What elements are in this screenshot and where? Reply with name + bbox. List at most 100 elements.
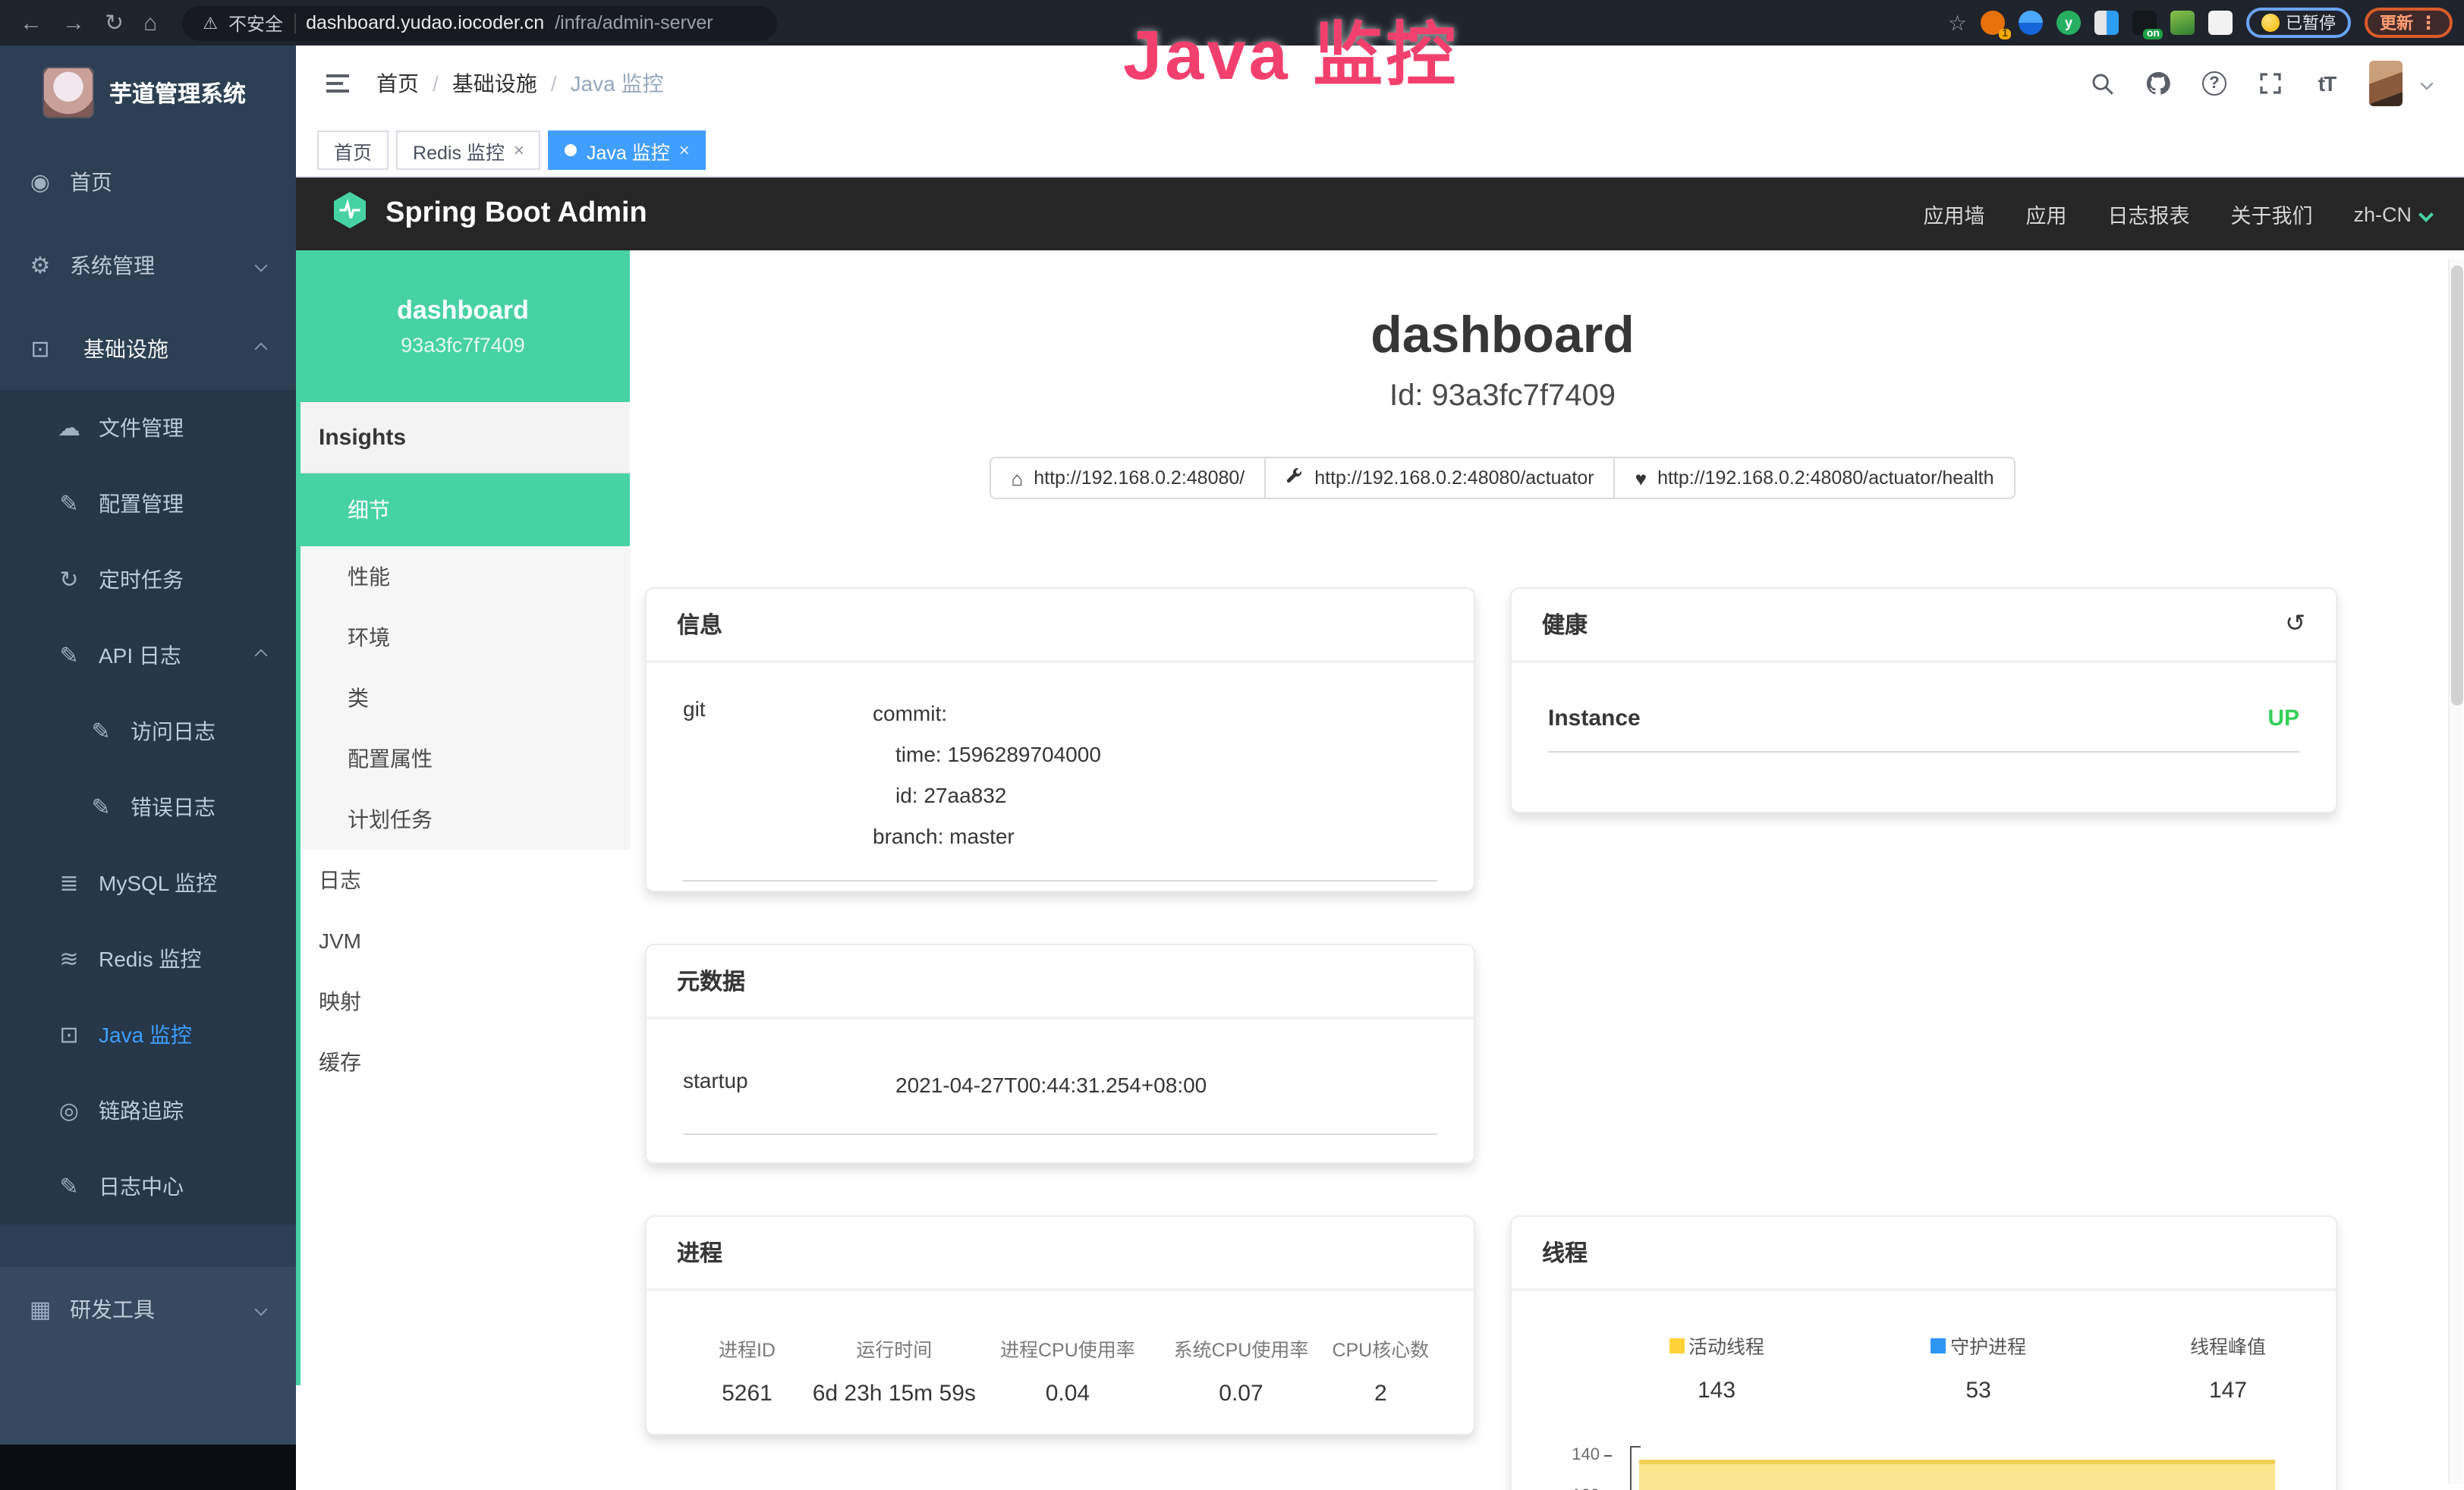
browser-home-icon[interactable]: ⌂ (143, 11, 157, 34)
tab-home[interactable]: 首页 (317, 130, 389, 170)
process-col-header: CPU核心数 (1324, 1334, 1437, 1363)
breadcrumb-section[interactable]: 基础设施 (452, 68, 537, 99)
browser-forward-icon[interactable]: → (62, 11, 85, 34)
eye-icon: ◎ (56, 1097, 82, 1124)
font-size-icon[interactable]: tT (2313, 70, 2340, 97)
actuator-url-button[interactable]: http://192.168.0.2:48080/actuator (1264, 457, 1615, 499)
edit-icon: ✎ (56, 642, 82, 669)
collapse-sidebar-icon[interactable] (326, 74, 349, 93)
tab-redis-monitor[interactable]: Redis 监控 × (396, 130, 541, 170)
scrollbar-thumb[interactable] (2451, 266, 2463, 706)
sba-menu-classes[interactable]: 类 (296, 668, 630, 728)
tab-java-monitor[interactable]: Java 监控 × (549, 130, 706, 170)
sba-nav-journal[interactable]: 日志报表 (2107, 199, 2189, 229)
user-menu-caret-icon[interactable] (2421, 77, 2434, 90)
sidebar-item-redis-monitor[interactable]: ≋ Redis 监控 (0, 921, 296, 997)
sba-brand-title[interactable]: Spring Boot Admin (385, 197, 647, 231)
close-icon[interactable]: × (679, 140, 690, 161)
sba-menu-jvm[interactable]: JVM (296, 910, 630, 971)
sidebar-item-home[interactable]: ◉ 首页 (0, 140, 296, 223)
sba-menu-config-props[interactable]: 配置属性 (296, 728, 630, 789)
sba-menu-environment[interactable]: 环境 (296, 607, 630, 668)
sba-menu-caches[interactable]: 缓存 (296, 1032, 630, 1092)
extension-plant-icon[interactable] (2170, 11, 2195, 35)
service-url: http://192.168.0.2:48080/ (1034, 467, 1245, 489)
sidebar-item-label: 定时任务 (99, 564, 184, 595)
sidebar-item-access-log[interactable]: ✎ 访问日志 (0, 693, 296, 769)
sidebar-item-mysql-monitor[interactable]: ≣ MySQL 监控 (0, 845, 296, 921)
cloud-upload-icon: ☁ (56, 414, 82, 442)
address-bar[interactable]: ⚠ 不安全 dashboard.yudao.iocoder.cn/infra/a… (181, 5, 776, 40)
browser-back-icon[interactable]: ← (20, 11, 42, 34)
search-icon[interactable] (2088, 70, 2116, 97)
sba-menu-details[interactable]: 细节 (296, 473, 630, 546)
address-divider (294, 13, 295, 33)
sidebar-item-trace[interactable]: ◎ 链路追踪 (0, 1073, 296, 1149)
health-instance-row[interactable]: Instance UP (1548, 706, 2299, 753)
extension-puzzle-icon[interactable] (2208, 11, 2233, 35)
fullscreen-icon[interactable] (2257, 70, 2284, 97)
update-button[interactable]: 更新 ⋮ (2365, 8, 2453, 38)
breadcrumb-current: Java 监控 (571, 68, 664, 99)
sba-nav-applications[interactable]: 应用 (2025, 199, 2066, 229)
sba-language-select[interactable]: zh-CN (2353, 203, 2431, 225)
browser-menu-icon[interactable]: ⋮ (2419, 12, 2437, 33)
sba-menu-mappings[interactable]: 映射 (296, 971, 630, 1032)
extension-y-icon[interactable]: y (2056, 11, 2081, 35)
sidebar-item-config-manage[interactable]: ✎ 配置管理 (0, 466, 296, 542)
close-icon[interactable]: × (514, 140, 524, 161)
service-url-button[interactable]: ⌂ http://192.168.0.2:48080/ (990, 457, 1267, 499)
sidebar-item-label: 首页 (70, 166, 112, 196)
history-icon[interactable]: ↺ (2285, 612, 2305, 637)
sidebar-item-system[interactable]: ⚙ 系统管理 (0, 223, 296, 306)
breadcrumb-home[interactable]: 首页 (376, 68, 419, 99)
threads-card: 线程 活动线程 (1510, 1215, 2337, 1490)
sba-nav-wall[interactable]: 应用墙 (1923, 199, 1984, 229)
sba-menu-scheduled-tasks[interactable]: 计划任务 (296, 789, 630, 850)
sidebar-item-error-log[interactable]: ✎ 错误日志 (0, 769, 296, 845)
sba-instance-name: dashboard (397, 296, 529, 326)
process-col-header: 进程ID (683, 1334, 811, 1363)
extension-grid-icon[interactable] (2094, 11, 2119, 35)
startup-row: startup 2021-04-27T00:44:31.254+08:00 (683, 1065, 1437, 1135)
help-icon[interactable]: ? (2201, 70, 2228, 97)
page-tabs: 首页 Redis 监控 × Java 监控 × (296, 121, 2464, 178)
sba-instance-header[interactable]: dashboard 93a3fc7f7409 (296, 250, 630, 402)
security-label[interactable]: 不安全 (228, 10, 283, 36)
url-host: dashboard.yudao.iocoder.cn (306, 12, 544, 33)
github-icon[interactable] (2145, 70, 2172, 97)
database-icon: ≣ (56, 869, 82, 897)
process-card-title: 进程 (677, 1237, 722, 1268)
extension-pin-icon[interactable] (2019, 11, 2043, 35)
sidebar-item-java-monitor[interactable]: ⊡ Java 监控 (0, 997, 296, 1073)
sidebar-item-api-log[interactable]: ✎ API 日志 (0, 618, 296, 693)
sba-menu-metrics[interactable]: 性能 (296, 546, 630, 607)
health-url-button[interactable]: ♥ http://192.168.0.2:48080/actuator/heal… (1614, 457, 2016, 499)
browser-reload-icon[interactable]: ↻ (105, 11, 124, 34)
sba-menu-section-insights: Insights (296, 402, 630, 473)
instance-id-line: Id: 93a3fc7f7409 (645, 379, 2360, 414)
bookmark-star-icon[interactable]: ☆ (1948, 10, 1967, 36)
user-avatar[interactable] (2369, 61, 2403, 106)
sba-menu-logs[interactable]: 日志 (296, 850, 630, 910)
legend-daemon-label: 守护进程 (1950, 1331, 2026, 1360)
paused-pill[interactable]: 已暂停 (2246, 8, 2351, 38)
sidebar-bottom-section: ▦ 研发工具 (0, 1267, 296, 1444)
sidebar-item-dev-tools[interactable]: ▦ 研发工具 (0, 1267, 296, 1350)
sidebar-item-scheduled-task[interactable]: ↻ 定时任务 (0, 542, 296, 618)
sidebar-item-infrastructure[interactable]: ⊡ 基础设施 (0, 306, 296, 390)
sba-language-value: zh-CN (2353, 203, 2412, 225)
sidebar-item-label: 基础设施 (83, 333, 168, 363)
content-scrollbar[interactable] (2448, 259, 2463, 1484)
legend-square-live (1669, 1338, 1684, 1353)
app-title: 芋道管理系统 (109, 77, 246, 108)
sidebar-item-log-center[interactable]: ✎ 日志中心 (0, 1149, 296, 1224)
extension-list-icon[interactable]: on (2132, 11, 2157, 35)
sba-nav-about[interactable]: 关于我们 (2230, 199, 2312, 229)
sidebar-item-file-manage[interactable]: ☁ 文件管理 (0, 390, 296, 466)
app-logo-row[interactable]: 芋道管理系统 (0, 46, 296, 140)
sba-sidebar: dashboard 93a3fc7f7409 Insights 细节 性能 环境… (296, 250, 630, 1490)
extension-orange-icon[interactable]: 1 (1981, 11, 2005, 35)
app-logo-image (42, 67, 94, 118)
wrench-icon (1285, 467, 1304, 489)
